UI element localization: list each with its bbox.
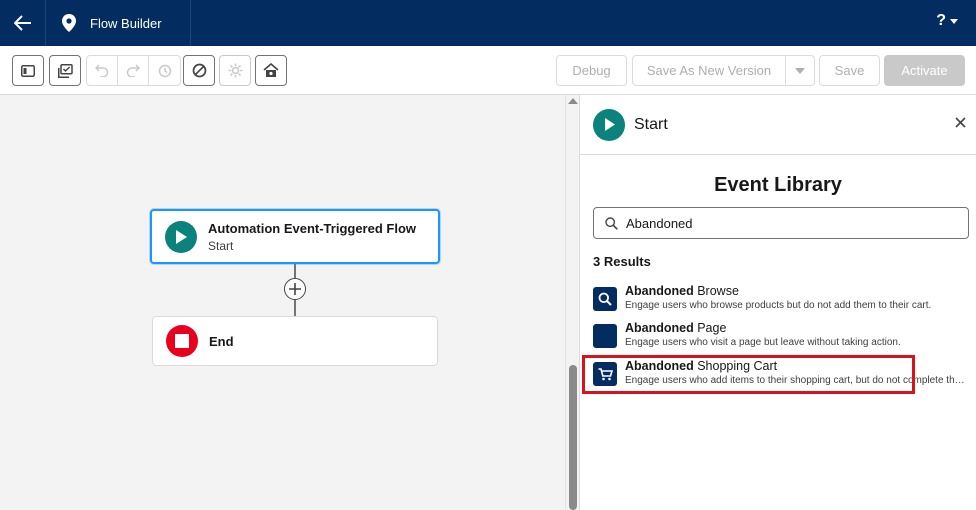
- chevron-down-icon: [950, 18, 958, 24]
- version-history-button[interactable]: [149, 56, 180, 85]
- connector-line: [294, 264, 296, 278]
- plus-icon: [289, 283, 301, 295]
- toolbar: Debug Save As New Version Save Activate: [0, 46, 976, 95]
- vertical-scrollbar[interactable]: [565, 95, 579, 510]
- add-element-button[interactable]: [284, 278, 306, 300]
- undo-button[interactable]: [87, 56, 118, 85]
- results-count: 3 Results: [593, 254, 651, 269]
- settings-button[interactable]: [219, 55, 251, 86]
- history-button-group: [86, 55, 181, 86]
- save-options-dropdown[interactable]: [785, 55, 815, 86]
- panel-title: Start: [634, 115, 668, 133]
- panel-header: Start: [580, 95, 976, 155]
- result-description: Engage users who browse products but do …: [625, 300, 932, 311]
- check-list-button[interactable]: [49, 55, 81, 86]
- history-icon: [158, 64, 171, 77]
- result-description: Engage users who visit a page but leave …: [625, 337, 901, 348]
- flow-canvas[interactable]: Automation Event-Triggered Flow Start En…: [0, 95, 565, 510]
- event-search-box[interactable]: [593, 207, 969, 239]
- property-panel: Start Event Library 3 Results Abandoned …: [579, 95, 976, 510]
- panel-left-icon: [21, 64, 35, 77]
- connector-line: [294, 300, 296, 316]
- start-node[interactable]: Automation Event-Triggered Flow Start: [150, 209, 440, 264]
- help-button[interactable]: ?: [936, 12, 958, 30]
- checklist-icon: [57, 63, 73, 78]
- app-name: Flow Builder: [90, 15, 162, 31]
- redo-button[interactable]: [118, 56, 149, 85]
- play-icon: [593, 108, 625, 141]
- stop-icon: [166, 325, 198, 357]
- debug-button[interactable]: Debug: [556, 55, 627, 86]
- prohibit-icon: [192, 63, 206, 78]
- back-button[interactable]: [0, 0, 46, 46]
- flow-trigger-explorer-button[interactable]: [255, 55, 287, 86]
- event-library-title: Event Library: [714, 174, 842, 196]
- help-label: ?: [936, 12, 946, 29]
- close-panel-button[interactable]: [955, 115, 966, 133]
- activate-button[interactable]: Activate: [884, 55, 965, 86]
- gear-icon: [228, 63, 242, 78]
- page-icon: [593, 324, 617, 348]
- scroll-up-arrow-icon[interactable]: [568, 98, 578, 104]
- result-name: Abandoned Browse: [625, 284, 739, 298]
- location-pin-icon: [62, 14, 76, 32]
- arrow-left-icon: [13, 15, 31, 31]
- save-button[interactable]: Save: [819, 55, 880, 86]
- app-tab[interactable]: Flow Builder: [46, 0, 191, 46]
- highlight-box: [582, 355, 915, 394]
- house-gear-icon: [263, 63, 279, 77]
- redo-icon: [126, 64, 140, 77]
- scrollbar-thumb[interactable]: [569, 365, 577, 510]
- toggle-toolbox-button[interactable]: [12, 55, 44, 86]
- disable-button[interactable]: [183, 55, 215, 86]
- app-header: Flow Builder ?: [0, 0, 976, 46]
- end-node[interactable]: End: [152, 316, 438, 366]
- save-as-new-version-button[interactable]: Save As New Version: [632, 55, 786, 86]
- play-icon: [165, 220, 197, 253]
- chevron-down-icon: [795, 67, 805, 74]
- start-node-title: Automation Event-Triggered Flow: [208, 220, 417, 236]
- event-result-abandoned-page[interactable]: Abandoned Page Engage users who visit a …: [593, 321, 973, 355]
- event-search-input[interactable]: [626, 215, 946, 231]
- close-icon: [955, 117, 966, 128]
- search-icon: [605, 216, 618, 230]
- result-name: Abandoned Page: [625, 321, 727, 335]
- start-node-subtitle: Start: [208, 238, 234, 253]
- end-node-title: End: [209, 333, 234, 349]
- event-result-abandoned-browse[interactable]: Abandoned Browse Engage users who browse…: [593, 284, 973, 318]
- undo-icon: [95, 64, 109, 77]
- search-icon: [593, 287, 617, 311]
